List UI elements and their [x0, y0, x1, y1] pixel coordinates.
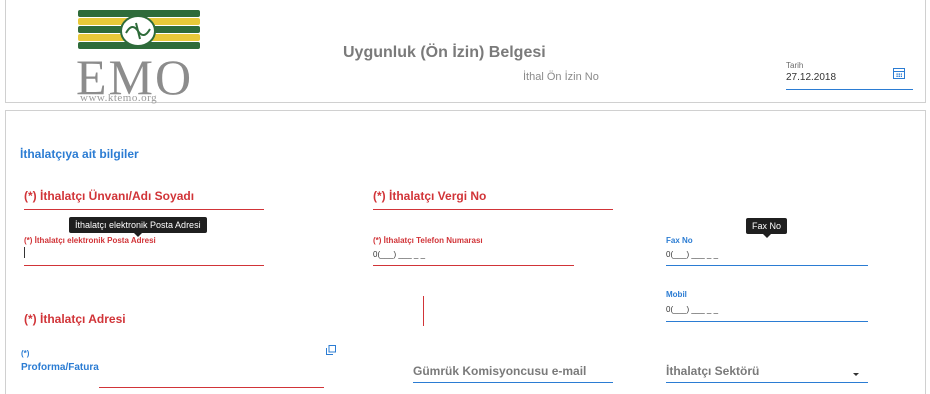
sector-select[interactable]: İthalatçı Sektörü [666, 364, 759, 378]
fax-label: Fax No [666, 236, 693, 245]
importer-name-field[interactable] [24, 209, 264, 210]
invoice-label: Proforma/Fatura [21, 362, 99, 373]
expand-icon[interactable] [326, 345, 336, 355]
email-field[interactable] [24, 265, 264, 266]
date-field-underline [786, 89, 913, 90]
import-permit-no-label: İthal Ön İzin No [523, 71, 599, 83]
phone-mask: 0(___) ___ _ _ [373, 250, 426, 259]
invoice-required-mark: (*) [21, 349, 30, 358]
emo-logo: EMO www.ktemo.org [70, 4, 210, 104]
calendar-icon[interactable] [893, 68, 905, 79]
fax-field[interactable] [666, 265, 868, 266]
phone-label: (*) İthalatçı Telefon Numarası [373, 236, 483, 245]
mobile-label: Mobil [666, 290, 687, 299]
fax-tooltip: Fax No [746, 218, 788, 238]
logo-emblem-icon [120, 15, 156, 47]
address-field-border[interactable] [423, 296, 424, 326]
email-label: (*) İthalatçı elektronik Posta Adresi [24, 236, 156, 245]
importer-name-label: (*) İthalatçı Ünvanı/Adı Soyadı [24, 189, 195, 203]
sector-select-underline [666, 382, 868, 383]
chevron-down-icon[interactable] [853, 373, 859, 376]
address-label: (*) İthalatçı Adresi [24, 312, 126, 326]
logo-url: www.ktemo.org [80, 92, 158, 104]
customs-email-field[interactable]: Gümrük Komisyoncusu e-mail [413, 364, 586, 378]
form-panel [5, 110, 926, 394]
customs-email-underline [413, 382, 613, 383]
page-title: Uygunluk (Ön İzin) Belgesi [343, 44, 546, 61]
date-label: Tarih [786, 61, 804, 70]
tax-no-field[interactable] [373, 209, 613, 210]
mobile-mask: 0(___) ___ _ _ [666, 305, 719, 314]
fax-mask: 0(___) ___ _ _ [666, 250, 719, 259]
text-cursor [24, 247, 25, 258]
phone-field[interactable] [373, 265, 574, 266]
tax-no-label: (*) İthalatçı Vergi No [373, 189, 487, 203]
email-tooltip: İthalatçı elektronik Posta Adresi [69, 217, 207, 237]
date-field[interactable]: 27.12.2018 [786, 72, 836, 83]
section-title: İthalatçıya ait bilgiler [20, 147, 139, 161]
mobile-field[interactable] [666, 321, 868, 322]
invoice-field[interactable] [99, 387, 324, 388]
